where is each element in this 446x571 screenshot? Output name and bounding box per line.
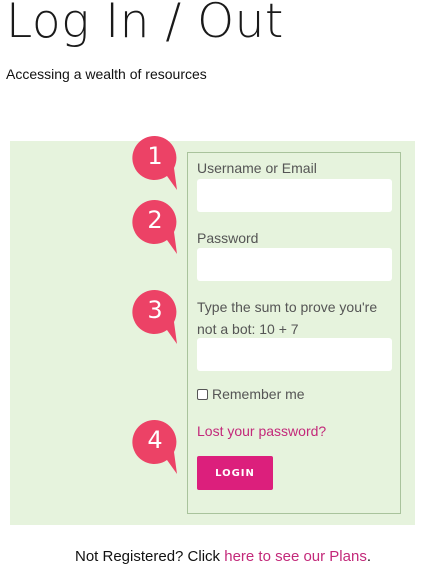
callout-badge-2: 2 bbox=[131, 198, 179, 256]
callout-badge-4: 4 bbox=[131, 418, 179, 476]
callout-badge-1: 1 bbox=[131, 134, 179, 192]
callout-badge-3: 3 bbox=[131, 288, 179, 346]
page-title: Log In / Out bbox=[6, 0, 284, 49]
lost-password-link[interactable]: Lost your password? bbox=[197, 423, 326, 439]
callout-number: 4 bbox=[147, 426, 163, 454]
login-button[interactable]: LOGIN bbox=[197, 456, 273, 490]
captcha-field[interactable] bbox=[197, 338, 392, 371]
footer-suffix: . bbox=[366, 548, 371, 565]
plans-link[interactable]: here to see our Plans bbox=[224, 548, 367, 565]
remember-me[interactable]: Remember me bbox=[197, 386, 305, 402]
callout-number: 1 bbox=[147, 142, 163, 170]
captcha-label-line1: Type the sum to prove you're bbox=[197, 299, 378, 315]
username-field[interactable] bbox=[197, 179, 392, 212]
remember-checkbox[interactable] bbox=[197, 388, 208, 400]
callout-number: 2 bbox=[147, 206, 163, 234]
footer-register: Not Registered? Click here to see our Pl… bbox=[0, 548, 446, 565]
footer-prefix: Not Registered? Click bbox=[75, 548, 225, 565]
username-label: Username or Email bbox=[197, 160, 317, 176]
password-label: Password bbox=[197, 230, 259, 246]
page-subtitle: Accessing a wealth of resources bbox=[6, 66, 207, 82]
remember-label: Remember me bbox=[212, 386, 305, 402]
callout-number: 3 bbox=[147, 296, 163, 324]
password-field[interactable] bbox=[197, 248, 392, 281]
captcha-label-line2: not a bot: 10 + 7 bbox=[197, 321, 299, 337]
